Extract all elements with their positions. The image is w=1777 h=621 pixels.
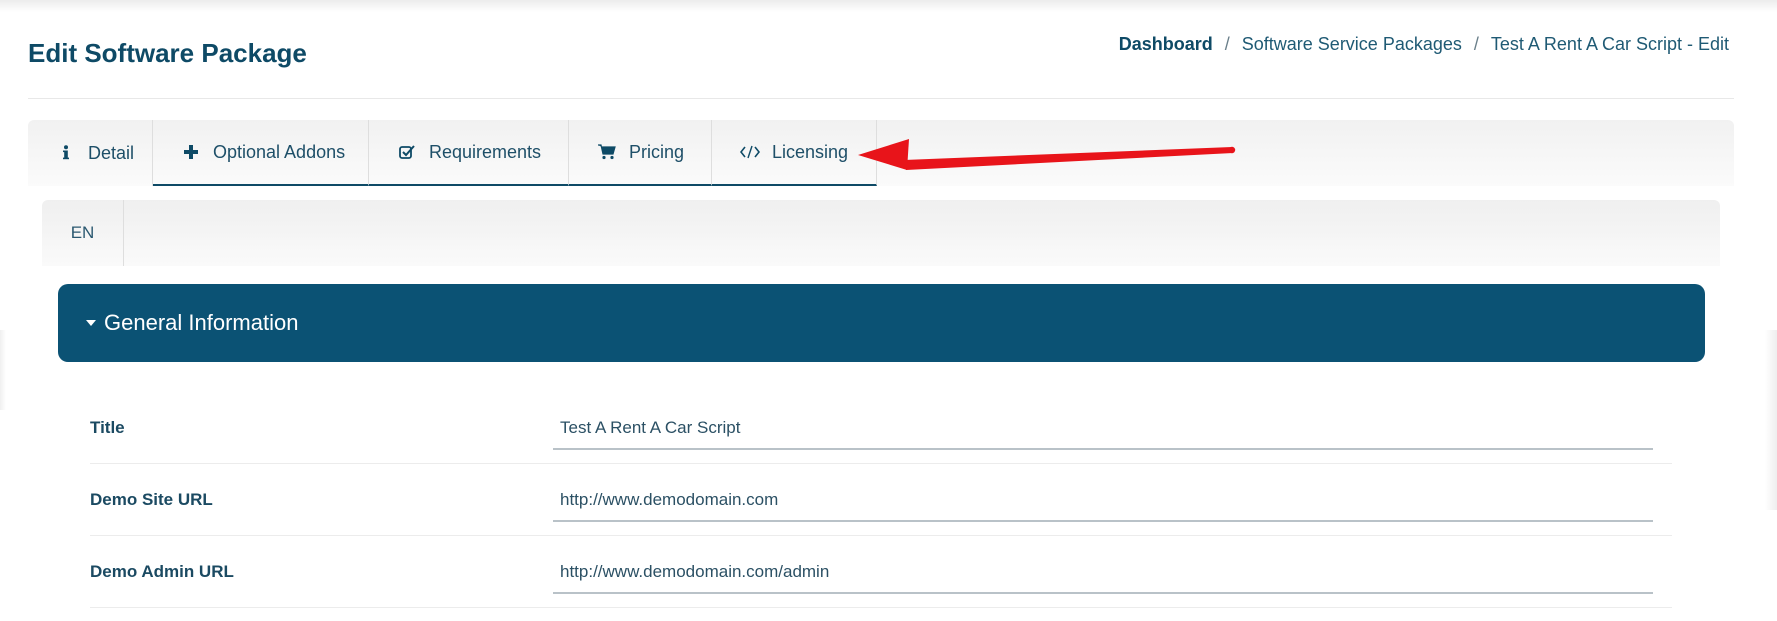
tab-requirements-label: Requirements — [429, 141, 542, 162]
language-tab-bar: EN — [42, 200, 1720, 266]
panel-title: General Information — [104, 310, 299, 335]
title-input[interactable] — [553, 404, 1653, 450]
general-information-header[interactable]: General Information — [58, 284, 1705, 362]
tab-licensing[interactable]: Licensing — [712, 120, 877, 186]
demo-admin-url-input[interactable] — [553, 548, 1653, 594]
breadcrumb-software-service-packages[interactable]: Software Service Packages — [1242, 34, 1462, 54]
scroll-shadow — [1765, 330, 1777, 510]
plus-icon — [181, 142, 201, 162]
check-square-icon — [397, 142, 417, 162]
tab-requirements[interactable]: Requirements — [369, 120, 569, 186]
tab-bar: Detail Optional Addons Requirements Pric… — [28, 120, 1734, 186]
form-row-title: Title — [90, 392, 1672, 464]
tab-optional-addons-label: Optional Addons — [213, 141, 346, 162]
demo-admin-url-label: Demo Admin URL — [90, 562, 234, 581]
tab-pricing[interactable]: Pricing — [569, 120, 712, 186]
tab-pricing-label: Pricing — [629, 141, 685, 162]
breadcrumb: Dashboard / Software Service Packages / Test… — [1119, 34, 1729, 55]
breadcrumb-current: Test A Rent A Car Script - Edit — [1490, 34, 1729, 54]
demo-site-url-label: Demo Site URL — [90, 490, 213, 509]
breadcrumb-dashboard[interactable]: Dashboard — [1119, 34, 1213, 54]
form-row-demo-site-url: Demo Site URL — [90, 464, 1672, 536]
language-tab-en[interactable]: EN — [42, 200, 124, 266]
caret-down-icon — [86, 320, 96, 326]
breadcrumb-separator: / — [1473, 34, 1479, 54]
tab-detail[interactable]: Detail — [28, 120, 153, 186]
title-label: Title — [90, 418, 125, 437]
edge-shadow — [0, 330, 6, 410]
demo-site-url-input[interactable] — [553, 476, 1653, 522]
row-divider — [90, 607, 1672, 608]
tab-optional-addons[interactable]: Optional Addons — [153, 120, 369, 186]
tab-detail-label: Detail — [88, 142, 135, 163]
header-divider — [28, 98, 1734, 99]
page-title: Edit Software Package — [28, 38, 307, 68]
form-row-demo-admin-url: Demo Admin URL — [90, 536, 1672, 608]
breadcrumb-separator: / — [1224, 34, 1230, 54]
code-icon — [740, 142, 760, 162]
top-shadow — [0, 0, 1777, 12]
cart-icon — [597, 142, 617, 162]
tab-licensing-label: Licensing — [772, 141, 849, 162]
info-icon — [56, 143, 76, 163]
